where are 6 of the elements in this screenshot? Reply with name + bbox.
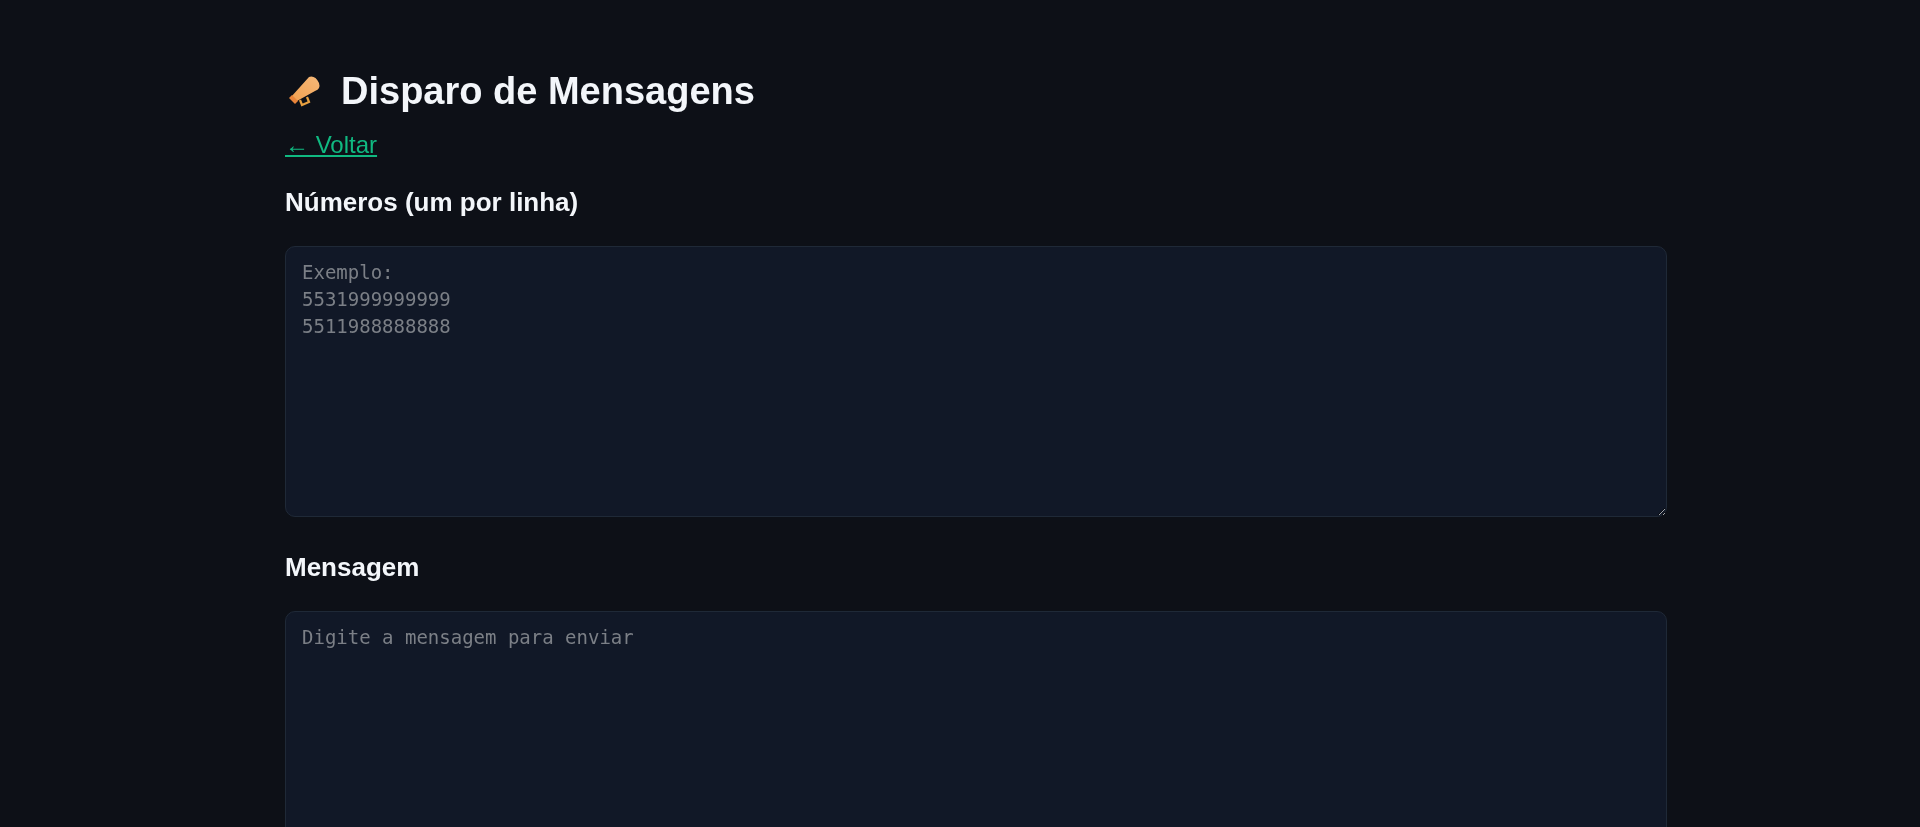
input-field[interactable]: Exemplo: 5531999999999 5511988888888 bbox=[285, 246, 1667, 517]
back-link[interactable]: ← Voltar bbox=[285, 131, 378, 159]
input-field[interactable]: Digite a mensagem para enviar bbox=[285, 611, 1667, 827]
page-title: Disparo de Mensagens bbox=[341, 69, 755, 114]
field-label: Números (um por linha) bbox=[285, 187, 579, 217]
field-label: Mensagem bbox=[285, 552, 420, 582]
